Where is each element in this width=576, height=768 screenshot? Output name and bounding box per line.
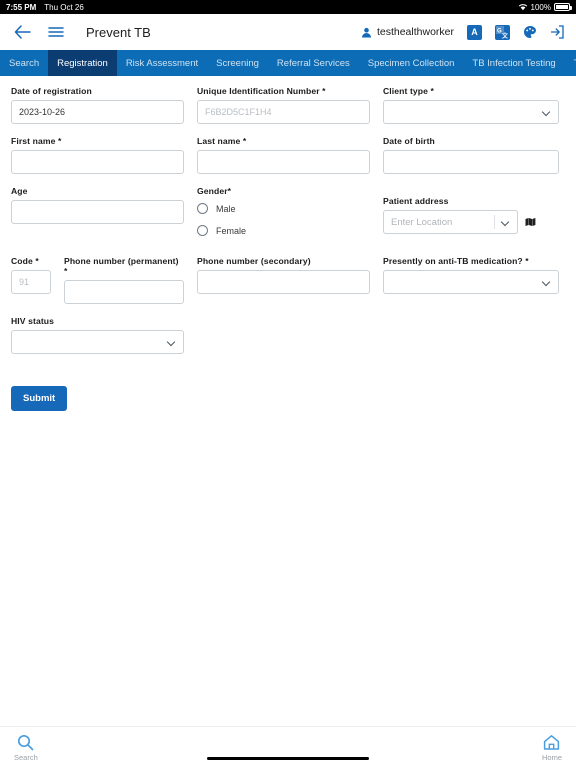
radio-female-icon <box>197 225 208 236</box>
field-code: Code * 91 <box>11 256 51 304</box>
header-actions: testhealthworker A G 文 <box>361 24 564 40</box>
user-account[interactable]: testhealthworker <box>361 26 454 38</box>
battery-percent: 100% <box>530 2 551 12</box>
field-date-of-birth: Date of birth <box>383 136 559 174</box>
form-row-1: Date of registration 2023-10-26 Unique I… <box>11 86 565 124</box>
status-bar: 7:55 PM Thu Oct 26 100% <box>0 0 576 14</box>
gender-option-female[interactable]: Female <box>197 225 370 236</box>
anti-tb-medication-label: Presently on anti-TB medication? * <box>383 256 529 266</box>
form-row-3: Age Gender* Male Female Patient address … <box>11 186 565 236</box>
tab-screening[interactable]: Screening <box>207 50 268 76</box>
status-right-cluster: 100% <box>518 2 572 12</box>
field-first-name: First name * <box>11 136 184 174</box>
field-phone-secondary: Phone number (secondary) <box>197 256 370 304</box>
date-of-registration-label: Date of registration <box>11 86 92 96</box>
patient-address-placeholder: Enter Location <box>391 216 453 228</box>
phone-secondary-input[interactable] <box>197 270 370 294</box>
section-tabs: Search Registration Risk Assessment Scre… <box>0 50 576 76</box>
first-name-label: First name * <box>11 136 62 146</box>
age-input[interactable] <box>11 200 184 224</box>
back-arrow-icon[interactable] <box>12 22 32 42</box>
wifi-icon <box>518 4 527 11</box>
uin-label: Unique Identification Number * <box>197 86 326 96</box>
bottom-nav-home-label: Home <box>541 752 562 762</box>
date-of-birth-input[interactable] <box>383 150 559 174</box>
tab-risk-assessment[interactable]: Risk Assessment <box>117 50 207 76</box>
tab-tb-truncated[interactable]: TB <box>565 50 576 76</box>
phone-secondary-label: Phone number (secondary) <box>197 256 311 266</box>
patient-address-label: Patient address <box>383 196 449 206</box>
chevron-down-icon <box>542 108 551 117</box>
last-name-label: Last name * <box>197 136 247 146</box>
field-unique-identification-number: Unique Identification Number * F6B2D5C1F… <box>197 86 370 124</box>
anti-tb-medication-select[interactable] <box>383 270 559 294</box>
form-row-4: Code * 91 Phone number (permanent) * Pho… <box>11 256 565 304</box>
patient-address-input[interactable]: Enter Location <box>383 210 518 234</box>
phone-permanent-label: Phone number (permanent) * <box>64 256 179 276</box>
logout-icon[interactable] <box>550 25 564 39</box>
person-icon <box>361 27 371 37</box>
hiv-status-select[interactable] <box>11 330 184 354</box>
page-title: Prevent TB <box>86 24 151 40</box>
field-age: Age <box>11 186 184 236</box>
field-patient-address: Patient address Enter Location <box>383 186 559 236</box>
patient-address-row: Enter Location <box>383 210 559 234</box>
chevron-down-icon <box>501 218 510 227</box>
client-type-label: Client type * <box>383 86 434 96</box>
form-row-2: First name * Last name * Date of birth <box>11 136 565 174</box>
theme-palette-icon[interactable] <box>523 25 537 39</box>
translate-icon[interactable]: G 文 <box>495 24 510 40</box>
field-date-of-registration: Date of registration 2023-10-26 <box>11 86 184 124</box>
chevron-down-icon <box>542 278 551 287</box>
chevron-down-icon <box>167 338 176 347</box>
submit-button[interactable]: Submit <box>11 386 68 411</box>
registration-form: Date of registration 2023-10-26 Unique I… <box>0 76 576 726</box>
home-indicator <box>207 756 369 760</box>
address-dropdown-toggle[interactable] <box>494 215 510 229</box>
status-date: Thu Oct 26 <box>44 2 84 12</box>
svg-text:文: 文 <box>501 32 509 39</box>
code-label: Code * <box>11 256 39 266</box>
field-last-name: Last name * <box>197 136 370 174</box>
font-size-icon[interactable]: A <box>467 24 482 40</box>
field-gender: Gender* Male Female <box>197 186 370 236</box>
code-input[interactable]: 91 <box>11 270 51 294</box>
first-name-input[interactable] <box>11 150 184 174</box>
tab-specimen-collection[interactable]: Specimen Collection <box>359 50 464 76</box>
date-of-registration-input[interactable]: 2023-10-26 <box>11 100 184 124</box>
app-header: Prevent TB testhealthworker A G 文 <box>0 14 576 50</box>
last-name-input[interactable] <box>197 150 370 174</box>
home-icon <box>544 734 560 750</box>
field-anti-tb-medication: Presently on anti-TB medication? * <box>383 256 559 304</box>
bottom-nav-search[interactable]: Search <box>14 734 38 762</box>
hamburger-menu-icon[interactable] <box>46 22 66 42</box>
tab-search[interactable]: Search <box>0 50 48 76</box>
bottom-navigation: Search Home <box>0 726 576 768</box>
phone-permanent-input[interactable] <box>64 280 184 304</box>
form-row-5: HIV status <box>11 316 565 354</box>
map-icon[interactable] <box>525 217 536 227</box>
field-phone-permanent: Phone number (permanent) * <box>64 256 184 304</box>
uin-input[interactable]: F6B2D5C1F1H4 <box>197 100 370 124</box>
battery-full-icon <box>554 3 572 11</box>
gender-female-label: Female <box>216 225 247 236</box>
radio-male-icon <box>197 203 208 214</box>
status-time: 7:55 PM <box>6 2 37 12</box>
tab-registration[interactable]: Registration <box>48 50 117 76</box>
field-hiv-status: HIV status <box>11 316 184 354</box>
date-of-birth-label: Date of birth <box>383 136 435 146</box>
search-icon <box>18 734 34 750</box>
bottom-nav-home[interactable]: Home <box>542 734 562 762</box>
hiv-status-label: HIV status <box>11 316 55 326</box>
tab-referral-services[interactable]: Referral Services <box>268 50 359 76</box>
client-type-select[interactable] <box>383 100 559 124</box>
gender-male-label: Male <box>216 203 236 214</box>
tab-tb-infection-testing[interactable]: TB Infection Testing <box>463 50 564 76</box>
gender-label: Gender* <box>197 186 232 196</box>
username-label: testhealthworker <box>376 26 454 38</box>
gender-option-male[interactable]: Male <box>197 203 370 214</box>
age-label: Age <box>11 186 28 196</box>
bottom-nav-search-label: Search <box>14 752 38 762</box>
field-client-type: Client type * <box>383 86 559 124</box>
